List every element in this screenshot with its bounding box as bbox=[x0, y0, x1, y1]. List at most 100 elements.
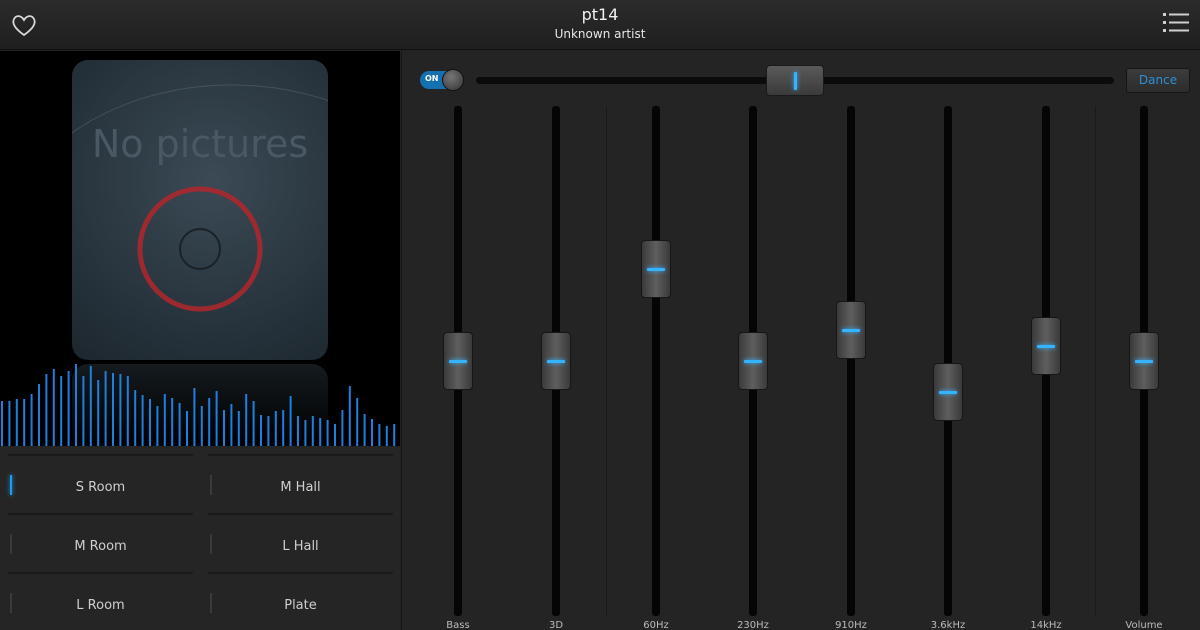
spectrum-bar bbox=[304, 420, 307, 446]
spectrum-bar bbox=[223, 410, 225, 446]
spectrum-bar bbox=[67, 371, 70, 446]
spectrum-bar bbox=[319, 418, 322, 446]
equalizer-panel: ON Dance Bass 3D 60Hz 230Hz 910Hz 3.6kHz 14kHz… bbox=[401, 51, 1200, 630]
spectrum-bar bbox=[89, 366, 92, 446]
spectrum-bar bbox=[126, 376, 129, 446]
spectrum-bar bbox=[237, 411, 240, 446]
eq-slider-knob[interactable] bbox=[836, 301, 866, 360]
eq-band-label: 910Hz bbox=[835, 620, 867, 630]
reverb-l-room[interactable]: L Room bbox=[8, 572, 193, 630]
header-bar: pt14 Unknown artist bbox=[0, 0, 1200, 50]
eq-band-label: 230Hz bbox=[737, 620, 769, 630]
spectrum-bar bbox=[30, 394, 33, 446]
spectrum-bar bbox=[371, 419, 373, 446]
reverb-label: L Room bbox=[76, 598, 125, 613]
menu-icon[interactable] bbox=[1163, 11, 1189, 35]
spectrum-bar bbox=[75, 364, 77, 446]
eq-slider-track[interactable] bbox=[847, 106, 855, 616]
eq-band-36khz: 3.6kHz bbox=[908, 51, 988, 630]
spectrum-bar bbox=[334, 424, 336, 446]
eq-band-230hz: 230Hz bbox=[713, 51, 793, 630]
reverb-m-hall[interactable]: M Hall bbox=[208, 454, 393, 513]
eq-band-label: 3D bbox=[548, 620, 564, 630]
spectrum-bar bbox=[208, 398, 211, 446]
divider bbox=[1095, 106, 1096, 616]
spectrum-bar bbox=[378, 424, 381, 446]
spectrum-bar bbox=[171, 398, 174, 446]
spectrum-bar bbox=[23, 399, 26, 446]
spectrum-bar bbox=[15, 399, 18, 446]
spectrum-visualizer bbox=[1, 364, 396, 446]
track-title: pt14 bbox=[581, 5, 619, 24]
spectrum-bar bbox=[341, 410, 344, 446]
eq-band-label: 3.6kHz bbox=[930, 620, 966, 630]
spectrum-bar bbox=[252, 401, 255, 446]
spectrum-bar bbox=[260, 415, 262, 446]
spectrum-bar bbox=[186, 411, 188, 446]
album-cover[interactable]: No pictures bbox=[72, 60, 328, 360]
spectrum-bar bbox=[326, 420, 329, 446]
eq-band-910hz: 910Hz bbox=[811, 51, 891, 630]
spectrum-bar bbox=[82, 376, 85, 446]
spectrum-bar bbox=[97, 380, 100, 446]
eq-slider-knob[interactable] bbox=[933, 362, 963, 421]
eq-slider-track[interactable] bbox=[652, 106, 660, 616]
spectrum-bar bbox=[193, 388, 196, 446]
eq-slider-knob[interactable] bbox=[1031, 316, 1061, 375]
spectrum-bar bbox=[385, 426, 388, 446]
spectrum-bar bbox=[141, 395, 144, 446]
spectrum-bar bbox=[60, 376, 63, 446]
spectrum-bar bbox=[282, 410, 285, 446]
spectrum-bar bbox=[311, 416, 314, 446]
eq-band-3d: 3D bbox=[516, 51, 596, 630]
eq-slider-knob[interactable] bbox=[541, 332, 571, 390]
spectrum-bar bbox=[230, 404, 233, 446]
reverb-l-hall[interactable]: L Hall bbox=[208, 513, 393, 572]
spectrum-bar bbox=[363, 414, 366, 446]
reverb-plate[interactable]: Plate bbox=[208, 572, 393, 630]
eq-band-60hz: 60Hz bbox=[616, 51, 696, 630]
reverb-s-room[interactable]: S Room bbox=[8, 454, 193, 513]
spectrum-bar bbox=[348, 386, 351, 446]
spectrum-bar bbox=[393, 424, 396, 446]
spectrum-bar bbox=[356, 398, 359, 446]
reverb-label: M Hall bbox=[280, 480, 321, 495]
spectrum-bar bbox=[289, 396, 292, 446]
spectrum-bar bbox=[267, 416, 270, 446]
reverb-presets: S Room M Hall M Room L Hall L Room Plate bbox=[0, 446, 400, 630]
spectrum-bar bbox=[156, 406, 159, 446]
visualizer-area: No pictures bbox=[0, 51, 400, 446]
eq-band-volume: Volume bbox=[1104, 51, 1184, 630]
spectrum-bar bbox=[134, 390, 137, 446]
spectrum-bar bbox=[104, 371, 107, 446]
spectrum-bar bbox=[163, 394, 166, 446]
spectrum-bar bbox=[200, 406, 203, 446]
eq-band-label: 14kHz bbox=[1030, 620, 1062, 630]
reverb-m-room[interactable]: M Room bbox=[8, 513, 193, 572]
spectrum-bar bbox=[297, 416, 299, 446]
spectrum-bar bbox=[274, 411, 277, 446]
spectrum-bar bbox=[45, 374, 48, 446]
spectrum-bar bbox=[245, 394, 248, 446]
spectrum-bar bbox=[52, 369, 55, 446]
eq-slider-track[interactable] bbox=[944, 106, 952, 616]
spectrum-bar bbox=[112, 373, 114, 446]
spectrum-bar bbox=[119, 374, 122, 446]
eq-slider-knob[interactable] bbox=[1129, 332, 1159, 390]
eq-slider-knob[interactable] bbox=[443, 332, 473, 390]
spectrum-bar bbox=[38, 384, 40, 446]
disc-icon bbox=[72, 84, 328, 312]
spectrum-bar bbox=[215, 391, 218, 446]
reverb-label: S Room bbox=[75, 480, 126, 495]
eq-band-14khz: 14kHz bbox=[1006, 51, 1086, 630]
eq-band-label: Bass bbox=[446, 620, 470, 630]
spectrum-bar bbox=[178, 403, 181, 446]
eq-slider-knob[interactable] bbox=[738, 332, 768, 390]
eq-band-bass: Bass bbox=[418, 51, 498, 630]
reverb-label: M Room bbox=[74, 539, 127, 554]
eq-slider-knob[interactable] bbox=[641, 240, 671, 299]
divider bbox=[606, 106, 607, 616]
track-artist: Unknown artist bbox=[554, 27, 646, 41]
left-panel: No pictures S Room M Hall M Room L Hall … bbox=[0, 51, 400, 630]
spectrum-bar bbox=[149, 399, 151, 446]
